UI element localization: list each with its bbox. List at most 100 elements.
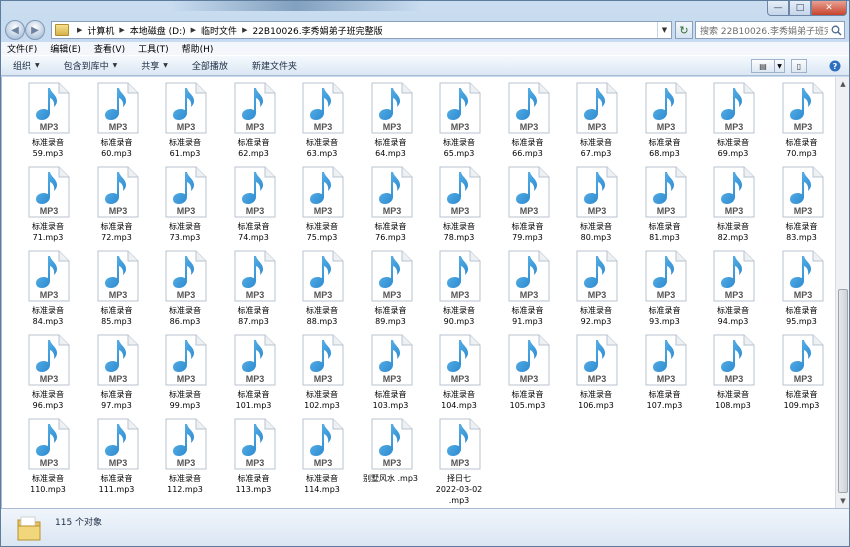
file-name: 标准录音 101.mp3 <box>235 390 272 410</box>
file-item[interactable]: MP3 标准录音 72.mp3 <box>83 163 152 247</box>
file-item[interactable]: MP3 标准录音 70.mp3 <box>768 79 836 163</box>
help-button[interactable]: ? <box>827 59 843 73</box>
back-button[interactable]: ◀ <box>5 20 25 40</box>
menu-help[interactable]: 帮助(H) <box>182 42 214 55</box>
file-item[interactable]: MP3 标准录音 68.mp3 <box>631 79 700 163</box>
search-box[interactable]: 搜索 22B10026.李秀娟弟子班完整版 <box>695 21 845 39</box>
explorer-window: — □ ✕ ◀ ▶ ▶ 计算机 ▶ 本地磁盘 (D:) ▶ 临时文件 ▶ 22B… <box>0 0 850 547</box>
file-item[interactable]: MP3 标准录音 87.mp3 <box>220 247 289 331</box>
view-options-dropdown[interactable]: ▼ <box>775 59 785 73</box>
close-button[interactable]: ✕ <box>811 1 847 16</box>
share-button[interactable]: 共享 ▼ <box>141 59 168 72</box>
vertical-scrollbar[interactable]: ▲ ▼ <box>835 77 849 508</box>
file-item[interactable]: MP3 标准录音 63.mp3 <box>288 79 357 163</box>
file-item[interactable]: MP3 标准录音 74.mp3 <box>220 163 289 247</box>
new-folder-button[interactable]: 新建文件夹 <box>252 59 297 72</box>
file-item[interactable]: MP3 标准录音 85.mp3 <box>83 247 152 331</box>
forward-button[interactable]: ▶ <box>25 20 45 40</box>
file-item[interactable]: MP3 标准录音 89.mp3 <box>357 247 426 331</box>
file-item[interactable]: MP3 标准录音 106.mp3 <box>562 331 631 415</box>
address-bar[interactable]: ▶ 计算机 ▶ 本地磁盘 (D:) ▶ 临时文件 ▶ 22B10026.李秀娟弟… <box>51 21 672 39</box>
preview-pane-button[interactable]: ▯ <box>791 59 807 73</box>
file-item[interactable]: MP3 标准录音 73.mp3 <box>151 163 220 247</box>
file-item[interactable]: MP3 标准录音 61.mp3 <box>151 79 220 163</box>
file-item[interactable]: MP3 标准录音 108.mp3 <box>699 331 768 415</box>
file-item[interactable]: MP3 标准录音 80.mp3 <box>562 163 631 247</box>
file-item[interactable]: MP3 标准录音 64.mp3 <box>357 79 426 163</box>
file-item[interactable]: MP3 标准录音 83.mp3 <box>768 163 836 247</box>
file-item[interactable]: MP3 标准录音 111.mp3 <box>83 415 152 499</box>
file-item[interactable]: MP3 标准录音 62.mp3 <box>220 79 289 163</box>
file-item[interactable]: MP3 标准录音 75.mp3 <box>288 163 357 247</box>
organize-button[interactable]: 组织 ▼ <box>13 59 40 72</box>
search-input[interactable]: 搜索 22B10026.李秀娟弟子班完整版 <box>696 24 828 37</box>
minimize-button[interactable]: — <box>767 1 789 16</box>
menu-file[interactable]: 文件(F) <box>7 42 37 55</box>
file-item[interactable]: MP3 标准录音 104.mp3 <box>425 331 494 415</box>
chevron-right-icon[interactable]: ▶ <box>119 26 124 34</box>
mp3-file-icon: MP3 <box>371 250 413 302</box>
file-item[interactable]: MP3 标准录音 71.mp3 <box>14 163 83 247</box>
menu-view[interactable]: 查看(V) <box>94 42 125 55</box>
file-item[interactable]: MP3 标准录音 114.mp3 <box>288 415 357 499</box>
breadcrumb-current-folder[interactable]: 22B10026.李秀娟弟子班完整版 <box>252 24 382 37</box>
file-item[interactable]: MP3 标准录音 81.mp3 <box>631 163 700 247</box>
play-all-button[interactable]: 全部播放 <box>192 59 228 72</box>
svg-text:MP3: MP3 <box>108 374 127 384</box>
file-item[interactable]: MP3 标准录音 113.mp3 <box>220 415 289 499</box>
search-icon[interactable] <box>828 22 844 38</box>
scroll-down-button[interactable]: ▼ <box>837 494 849 508</box>
maximize-button[interactable]: □ <box>789 1 811 16</box>
mp3-file-icon: MP3 <box>713 334 755 386</box>
file-item[interactable]: MP3 标准录音 90.mp3 <box>425 247 494 331</box>
chevron-right-icon[interactable]: ▶ <box>191 26 196 34</box>
file-item[interactable]: MP3 标准录音 94.mp3 <box>699 247 768 331</box>
file-item[interactable]: MP3 标准录音 60.mp3 <box>83 79 152 163</box>
change-view-button[interactable]: ▤ <box>751 59 775 73</box>
file-item[interactable]: MP3 标准录音 99.mp3 <box>151 331 220 415</box>
refresh-button[interactable]: ↻ <box>675 21 693 39</box>
file-list-view[interactable]: MP3 标准录音 59.mp3 MP3 标准录音 60.mp3 MP3 标准录音 61.m… <box>1 77 835 508</box>
file-item[interactable]: MP3 标准录音 96.mp3 <box>14 331 83 415</box>
file-item[interactable]: MP3 标准录音 69.mp3 <box>699 79 768 163</box>
file-item[interactable]: MP3 标准录音 103.mp3 <box>357 331 426 415</box>
file-item[interactable]: MP3 标准录音 59.mp3 <box>14 79 83 163</box>
breadcrumb-temp-files[interactable]: 临时文件 <box>201 24 237 37</box>
file-item[interactable]: MP3 标准录音 112.mp3 <box>151 415 220 499</box>
file-item[interactable]: MP3 标准录音 67.mp3 <box>562 79 631 163</box>
mp3-file-icon: MP3 <box>302 82 344 134</box>
menu-tools[interactable]: 工具(T) <box>138 42 169 55</box>
file-item[interactable]: MP3 择日七 2022-03-02 .mp3 <box>425 415 494 505</box>
file-item[interactable]: MP3 别墅风水 .mp3 <box>357 415 426 499</box>
file-item[interactable]: MP3 标准录音 101.mp3 <box>220 331 289 415</box>
file-item[interactable]: MP3 标准录音 95.mp3 <box>768 247 836 331</box>
file-item[interactable]: MP3 标准录音 78.mp3 <box>425 163 494 247</box>
file-item[interactable]: MP3 标准录音 107.mp3 <box>631 331 700 415</box>
file-item[interactable]: MP3 标准录音 102.mp3 <box>288 331 357 415</box>
scroll-thumb[interactable] <box>838 289 848 493</box>
file-item[interactable]: MP3 标准录音 82.mp3 <box>699 163 768 247</box>
file-item[interactable]: MP3 标准录音 84.mp3 <box>14 247 83 331</box>
file-item[interactable]: MP3 标准录音 97.mp3 <box>83 331 152 415</box>
menu-edit[interactable]: 编辑(E) <box>50 42 81 55</box>
file-item[interactable]: MP3 标准录音 65.mp3 <box>425 79 494 163</box>
file-item[interactable]: MP3 标准录音 66.mp3 <box>494 79 563 163</box>
address-history-dropdown[interactable]: ▼ <box>657 22 671 38</box>
file-item[interactable]: MP3 标准录音 110.mp3 <box>14 415 83 499</box>
file-item[interactable]: MP3 标准录音 92.mp3 <box>562 247 631 331</box>
include-in-library-button[interactable]: 包含到库中 ▼ <box>64 59 118 72</box>
file-item[interactable]: MP3 标准录音 91.mp3 <box>494 247 563 331</box>
scroll-up-button[interactable]: ▲ <box>837 77 849 91</box>
svg-text:MP3: MP3 <box>656 206 675 216</box>
file-item[interactable]: MP3 标准录音 93.mp3 <box>631 247 700 331</box>
chevron-right-icon[interactable]: ▶ <box>242 26 247 34</box>
file-item[interactable]: MP3 标准录音 88.mp3 <box>288 247 357 331</box>
file-item[interactable]: MP3 标准录音 76.mp3 <box>357 163 426 247</box>
file-item[interactable]: MP3 标准录音 86.mp3 <box>151 247 220 331</box>
file-item[interactable]: MP3 标准录音 109.mp3 <box>768 331 836 415</box>
breadcrumb-computer[interactable]: 计算机 <box>87 24 114 37</box>
breadcrumb-local-disk[interactable]: 本地磁盘 (D:) <box>130 24 186 37</box>
file-item[interactable]: MP3 标准录音 79.mp3 <box>494 163 563 247</box>
file-item[interactable]: MP3 标准录音 105.mp3 <box>494 331 563 415</box>
file-name: 标准录音 71.mp3 <box>32 222 64 242</box>
